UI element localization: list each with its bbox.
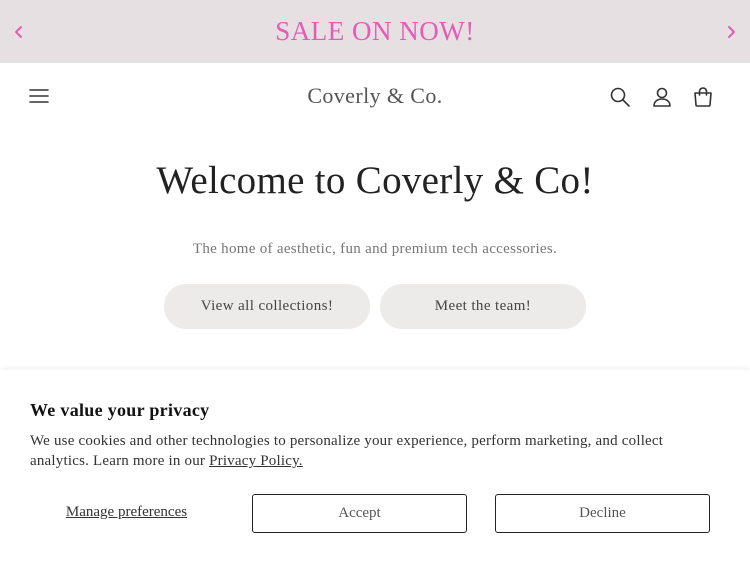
view-collections-button[interactable]: View all collections! [164, 284, 370, 329]
search-button[interactable] [609, 86, 631, 108]
cart-icon [694, 87, 712, 107]
cookie-title: We value your privacy [30, 400, 210, 420]
announcement-text: SALE ON NOW! [275, 16, 475, 46]
chevron-right-icon [728, 26, 735, 38]
announcement-bar: SALE ON NOW! [0, 0, 750, 63]
decline-button[interactable]: Decline [495, 494, 710, 533]
chevron-left-icon [15, 26, 22, 38]
cart-button[interactable] [692, 86, 714, 108]
cookie-description-text: We use cookies and other technologies to… [30, 433, 664, 469]
meet-team-button[interactable]: Meet the team! [380, 284, 586, 329]
hero-subtitle: The home of aesthetic, fun and premium t… [192, 241, 558, 257]
manage-preferences-link[interactable]: Manage preferences [30, 504, 223, 521]
cookie-consent-banner: We value your privacy We use cookies and… [0, 370, 750, 563]
accept-button[interactable]: Accept [252, 494, 467, 533]
site-header: Coverly & Co. [0, 63, 750, 131]
account-icon [653, 87, 671, 107]
hero-title: Welcome to Coverly & Co! [156, 159, 594, 202]
cookie-description: We use cookies and other technologies to… [30, 431, 710, 471]
account-button[interactable] [651, 86, 673, 108]
privacy-policy-link[interactable]: Privacy Policy. [209, 453, 303, 469]
search-icon [610, 87, 630, 107]
next-announcement-button[interactable] [721, 21, 741, 43]
prev-announcement-button[interactable] [9, 21, 29, 43]
site-logo[interactable]: Coverly & Co. [0, 83, 750, 109]
